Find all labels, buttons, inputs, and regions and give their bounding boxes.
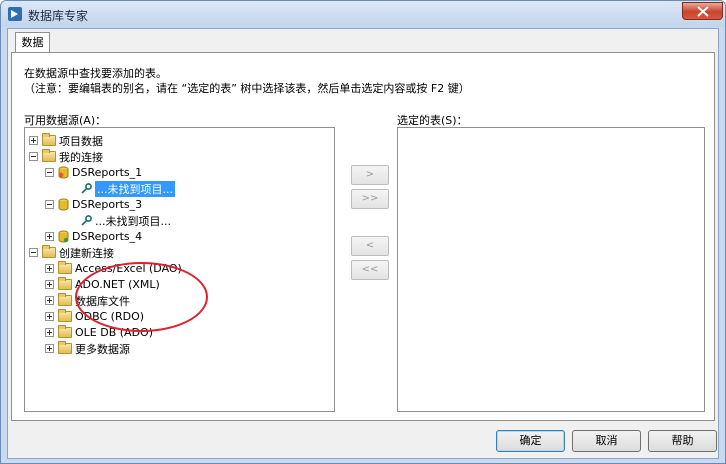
- database-icon: [58, 166, 69, 179]
- tree-node-dsreports-1[interactable]: DSReports_1: [45, 165, 142, 180]
- folder-icon: [58, 277, 72, 290]
- folder-icon: [42, 133, 56, 146]
- expand-icon[interactable]: [45, 264, 54, 273]
- expand-icon[interactable]: [45, 296, 54, 305]
- tree-node-not-found[interactable]: ...未找到项目...: [81, 213, 171, 228]
- tree-node-dsreports-4[interactable]: DSReports_4: [45, 229, 142, 244]
- folder-icon: [58, 261, 72, 274]
- help-button[interactable]: 帮助: [648, 430, 717, 452]
- tree-node-more-sources[interactable]: 更多数据源: [45, 341, 130, 356]
- folder-icon: [42, 245, 56, 258]
- expand-icon[interactable]: [45, 344, 54, 353]
- folder-icon: [58, 341, 72, 354]
- key-icon: [81, 215, 92, 226]
- tab-data[interactable]: 数据: [15, 32, 50, 53]
- title-bar[interactable]: 数据库专家: [1, 1, 725, 27]
- instruction-note: （注意：要编辑表的别名，请在 “选定的表” 树中选择该表，然后单击选定内容或按 …: [24, 82, 470, 95]
- tree-node-my-connections[interactable]: 我的连接: [29, 149, 103, 164]
- tree-node-label: DSReports_3: [72, 198, 143, 211]
- collapse-icon[interactable]: [29, 152, 38, 161]
- ok-button[interactable]: 确定: [496, 430, 565, 452]
- tree-node-not-found[interactable]: ...未找到项目...: [81, 180, 175, 197]
- remove-table-button[interactable]: <: [351, 236, 389, 256]
- collapse-icon[interactable]: [45, 200, 54, 209]
- tree-node-create-new-connection[interactable]: 创建新连接: [29, 245, 114, 260]
- tree-node-label: 我的连接: [59, 150, 103, 164]
- window-title: 数据库专家: [28, 9, 89, 23]
- close-icon: [697, 6, 709, 17]
- add-all-tables-button[interactable]: >>: [351, 189, 389, 209]
- expand-icon[interactable]: [29, 136, 38, 145]
- tree-node-project-data[interactable]: 项目数据: [29, 133, 103, 148]
- tree-node-label: 项目数据: [59, 134, 103, 148]
- database-icon: [58, 198, 69, 211]
- folder-icon: [58, 293, 72, 306]
- collapse-icon[interactable]: [29, 248, 38, 257]
- remove-all-tables-button[interactable]: <<: [351, 260, 389, 280]
- expand-icon[interactable]: [45, 280, 54, 289]
- selected-tables-tree[interactable]: [397, 127, 705, 412]
- database-expert-window: 数据库专家 数据 在数据源中查找要添加的表。 （注意：要编辑表的别名，请在 “选…: [0, 0, 726, 464]
- available-sources-tree[interactable]: 项目数据 我的连接 DSReports_1 ...未找到项目... DSRepo…: [24, 127, 335, 412]
- expand-icon[interactable]: [45, 232, 54, 241]
- tree-node-label: DSReports_4: [72, 230, 143, 243]
- add-table-button[interactable]: >: [351, 165, 389, 185]
- close-button[interactable]: [682, 2, 723, 20]
- folder-icon: [58, 325, 72, 338]
- cancel-button[interactable]: 取消: [572, 430, 641, 452]
- available-sources-label: 可用数据源(A)：: [24, 114, 107, 127]
- tree-node-label: 更多数据源: [75, 342, 130, 356]
- expand-icon[interactable]: [45, 328, 54, 337]
- instruction-text: 在数据源中查找要添加的表。: [24, 67, 167, 80]
- collapse-icon[interactable]: [45, 168, 54, 177]
- folder-icon: [58, 309, 72, 322]
- tree-node-label: ...未找到项目...: [95, 180, 175, 197]
- dialog-client-area: 数据 在数据源中查找要添加的表。 （注意：要编辑表的别名，请在 “选定的表” 树…: [7, 28, 719, 459]
- tab-panel-data: 在数据源中查找要添加的表。 （注意：要编辑表的别名，请在 “选定的表” 树中选择…: [11, 52, 715, 421]
- selected-tables-label: 选定的表(S)：: [397, 114, 468, 127]
- database-icon: [58, 230, 69, 243]
- expand-icon[interactable]: [45, 312, 54, 321]
- key-icon: [81, 183, 92, 194]
- tree-node-dsreports-3[interactable]: DSReports_3: [45, 197, 142, 212]
- highlight-circle-annotation: [75, 262, 208, 332]
- folder-icon: [42, 149, 56, 162]
- tree-node-label: ...未找到项目...: [95, 214, 171, 228]
- app-icon: [8, 7, 22, 21]
- tree-node-label: 创建新连接: [59, 246, 114, 260]
- tree-node-label: DSReports_1: [72, 166, 143, 179]
